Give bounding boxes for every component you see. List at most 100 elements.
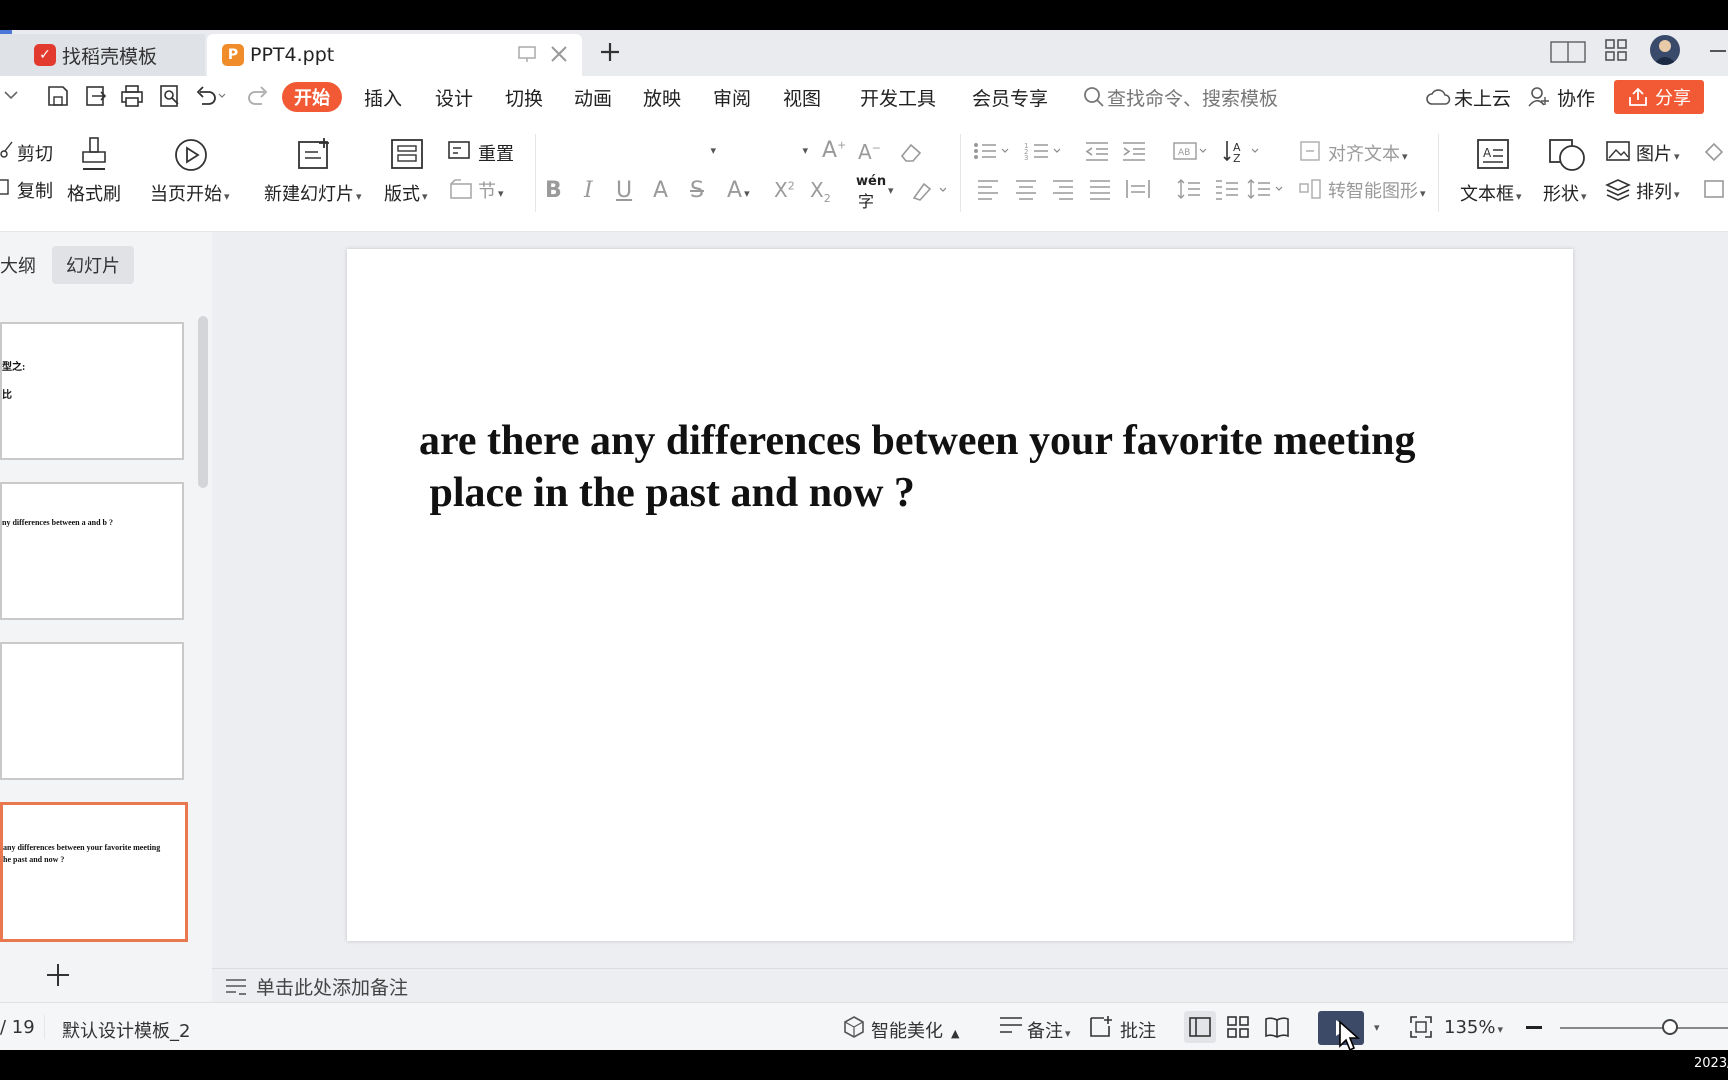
paragraph-spacing-icon[interactable] bbox=[1176, 178, 1202, 200]
outline-tab[interactable]: 大纲 bbox=[0, 252, 36, 278]
line-spacing-icon[interactable]: AZ bbox=[1222, 138, 1262, 164]
notes-toggle-button[interactable]: 备注 ▾ bbox=[1027, 1017, 1071, 1043]
normal-view-icon[interactable] bbox=[1184, 1011, 1216, 1043]
underline-icon[interactable]: U bbox=[616, 178, 632, 203]
slide-sorter-icon[interactable] bbox=[1226, 1015, 1250, 1039]
column-spacing-icon[interactable] bbox=[1214, 178, 1240, 200]
decrease-font-icon[interactable]: A− bbox=[858, 140, 881, 164]
menu-design[interactable]: 设计 bbox=[435, 84, 473, 111]
search-icon[interactable] bbox=[1082, 85, 1106, 109]
justify-icon[interactable] bbox=[1088, 178, 1112, 200]
zoom-level[interactable]: 135% ▾ bbox=[1444, 1017, 1503, 1038]
collab-button[interactable]: 协作 bbox=[1557, 84, 1595, 111]
reading-view-icon[interactable] bbox=[1264, 1015, 1290, 1039]
current-slide[interactable]: are there any differences between your f… bbox=[347, 249, 1573, 941]
window-layout-icon[interactable] bbox=[1550, 39, 1586, 65]
play-from-current-button[interactable]: 当页开始 ▾ bbox=[150, 180, 230, 206]
picture-button[interactable]: 图片 ▾ bbox=[1636, 140, 1680, 166]
page-indicator[interactable]: / 19 bbox=[0, 1017, 35, 1038]
align-right-icon[interactable] bbox=[1051, 178, 1075, 200]
arrange-button[interactable]: 排列 ▾ bbox=[1636, 178, 1680, 204]
close-tab-icon[interactable] bbox=[548, 43, 570, 65]
tab-docer[interactable]: ✓ 找稻壳模板 bbox=[0, 34, 205, 76]
distribute-icon[interactable] bbox=[1125, 178, 1151, 200]
zoom-slider-thumb[interactable] bbox=[1662, 1019, 1678, 1035]
avatar[interactable] bbox=[1650, 35, 1680, 65]
slideshow-dropdown-icon[interactable]: ▾ bbox=[1374, 1021, 1380, 1034]
menu-member[interactable]: 会员专享 bbox=[972, 84, 1048, 111]
minimize-icon[interactable] bbox=[1710, 50, 1726, 52]
zoom-slider-track[interactable] bbox=[1560, 1027, 1728, 1029]
undo-icon[interactable] bbox=[194, 84, 228, 108]
print-icon[interactable] bbox=[120, 84, 144, 108]
slide-thumbnail[interactable]: 型之: 比 bbox=[0, 322, 184, 460]
slide-thumbnail[interactable] bbox=[0, 642, 184, 780]
copy-button[interactable]: 复制 bbox=[17, 177, 53, 203]
align-center-icon[interactable] bbox=[1014, 178, 1038, 200]
line-spacing-alt-icon[interactable] bbox=[1246, 178, 1286, 200]
align-text-button[interactable]: 对齐文本 ▾ bbox=[1328, 140, 1408, 166]
text-direction-icon[interactable]: AB bbox=[1172, 140, 1210, 162]
align-left-icon[interactable] bbox=[976, 178, 1000, 200]
apps-grid-icon[interactable] bbox=[1604, 38, 1628, 62]
new-slide-button[interactable]: 新建幻灯片 ▾ bbox=[264, 180, 362, 206]
bullet-list-icon[interactable] bbox=[972, 140, 1012, 162]
panel-scrollbar[interactable] bbox=[198, 316, 208, 488]
design-template-name[interactable]: 默认设计模板_2 bbox=[62, 1017, 190, 1043]
increase-font-icon[interactable]: A+ bbox=[822, 138, 846, 163]
cut-button[interactable]: 剪切 bbox=[17, 140, 53, 166]
save-icon[interactable] bbox=[46, 84, 70, 108]
font-family-select[interactable]: ▾ bbox=[542, 142, 716, 166]
font-color-icon[interactable]: A ▾ bbox=[727, 178, 750, 203]
menu-view[interactable]: 视图 bbox=[783, 84, 821, 111]
layout-button[interactable]: 版式 ▾ bbox=[384, 180, 428, 206]
redo-icon[interactable] bbox=[246, 84, 270, 108]
bold-icon[interactable]: B bbox=[545, 178, 562, 203]
subscript-icon[interactable]: X2 bbox=[810, 178, 831, 205]
menu-transitions[interactable]: 切换 bbox=[505, 84, 543, 111]
increase-indent-icon[interactable] bbox=[1121, 140, 1147, 162]
menu-review[interactable]: 审阅 bbox=[713, 84, 751, 111]
add-slide-icon[interactable] bbox=[45, 962, 71, 988]
outline-icon[interactable] bbox=[1702, 178, 1726, 200]
strikethrough-icon[interactable]: S bbox=[690, 178, 704, 203]
new-tab-icon[interactable] bbox=[598, 40, 622, 64]
numbered-list-icon[interactable]: 123 bbox=[1024, 140, 1064, 162]
slide-thumbnail[interactable]: ny differences between a and b ? bbox=[0, 482, 184, 620]
menu-developer[interactable]: 开发工具 bbox=[860, 84, 936, 111]
share-button[interactable]: 分享 bbox=[1614, 80, 1704, 114]
cloud-status[interactable]: 未上云 bbox=[1454, 84, 1511, 111]
decrease-indent-icon[interactable] bbox=[1084, 140, 1110, 162]
tab-ppt4[interactable]: P PPT4.ppt bbox=[207, 34, 582, 76]
italic-icon[interactable]: I bbox=[584, 178, 593, 203]
notes-pane[interactable]: 单击此处添加备注 bbox=[212, 968, 1728, 1003]
menu-home[interactable]: 开始 bbox=[282, 82, 342, 112]
textbox-button[interactable]: 文本框 ▾ bbox=[1460, 180, 1522, 206]
menu-animation[interactable]: 动画 bbox=[574, 84, 612, 111]
superscript-icon[interactable]: X2 bbox=[774, 178, 795, 202]
menu-insert[interactable]: 插入 bbox=[364, 84, 402, 111]
notes-placeholder[interactable]: 单击此处添加备注 bbox=[256, 973, 408, 1000]
reset-button[interactable]: 重置 bbox=[478, 140, 514, 166]
collapse-chevron-icon[interactable] bbox=[2, 88, 20, 102]
slide-thumbnail-selected[interactable]: any differences between your favorite me… bbox=[0, 802, 188, 942]
fill-icon[interactable] bbox=[1702, 140, 1726, 162]
slide-title-textbox[interactable]: are there any differences between your f… bbox=[419, 415, 1539, 519]
export-icon[interactable] bbox=[84, 84, 108, 108]
shape-button[interactable]: 形状 ▾ bbox=[1543, 180, 1587, 206]
search-command-input[interactable]: 查找命令、搜索模板 bbox=[1107, 84, 1278, 111]
highlight-icon[interactable] bbox=[910, 180, 946, 202]
smart-beautify-button[interactable]: 智能美化 ▲ bbox=[871, 1017, 959, 1043]
slides-tab[interactable]: 幻灯片 bbox=[52, 246, 134, 284]
zoom-out-icon[interactable] bbox=[1526, 1026, 1542, 1029]
format-painter-button[interactable]: 格式刷 bbox=[67, 180, 121, 206]
print-preview-icon[interactable] bbox=[158, 84, 182, 108]
text-shadow-icon[interactable]: A bbox=[653, 178, 668, 203]
menu-slideshow[interactable]: 放映 bbox=[643, 84, 681, 111]
fit-window-icon[interactable] bbox=[1409, 1015, 1433, 1039]
font-size-select[interactable]: ▾ bbox=[728, 142, 808, 166]
phonetic-button[interactable]: wén 字 ▾ bbox=[856, 174, 896, 211]
monitor-icon[interactable] bbox=[517, 44, 537, 64]
comments-button[interactable]: 批注 bbox=[1120, 1017, 1156, 1043]
section-button[interactable]: 节 ▾ bbox=[478, 177, 504, 203]
